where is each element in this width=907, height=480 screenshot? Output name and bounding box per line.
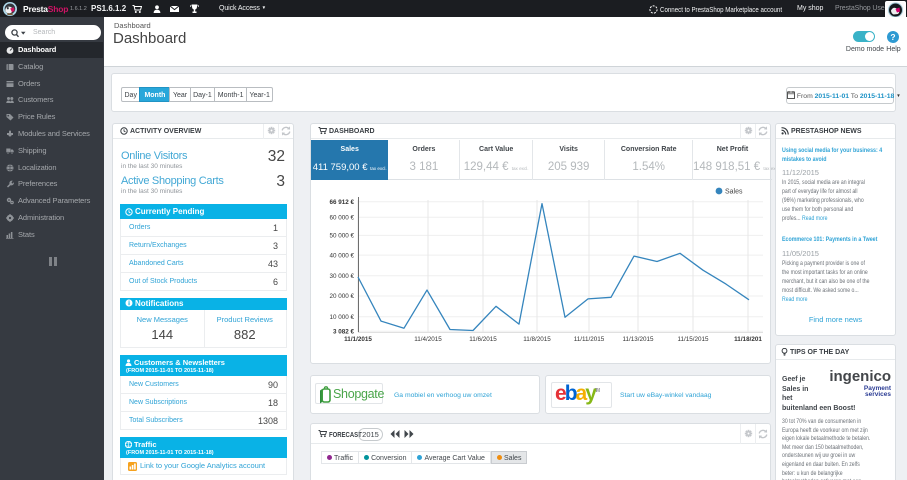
svg-text:11/6/2015: 11/6/2015: [469, 336, 497, 343]
svg-text:30 000 €: 30 000 €: [329, 273, 354, 280]
svg-text:50 000 €: 50 000 €: [329, 233, 354, 240]
svg-text:11/4/2015: 11/4/2015: [414, 336, 442, 343]
svg-text:11/8/2015: 11/8/2015: [523, 336, 551, 343]
svg-text:11/15/2015: 11/15/2015: [677, 336, 709, 343]
svg-text:40 000 €: 40 000 €: [329, 252, 354, 259]
svg-text:11/1/2015: 11/1/2015: [344, 336, 372, 343]
svg-text:66 912 €: 66 912 €: [329, 199, 354, 206]
svg-text:11/11/2015: 11/11/2015: [574, 336, 605, 343]
svg-text:11/18/201: 11/18/201: [734, 336, 762, 343]
svg-text:Sales: Sales: [725, 189, 743, 196]
svg-text:10 000 €: 10 000 €: [329, 314, 354, 321]
svg-text:3 082 €: 3 082 €: [333, 329, 355, 336]
svg-text:20 000 €: 20 000 €: [329, 293, 354, 300]
svg-text:60 000 €: 60 000 €: [329, 215, 354, 222]
svg-text:11/13/2015: 11/13/2015: [622, 336, 654, 343]
